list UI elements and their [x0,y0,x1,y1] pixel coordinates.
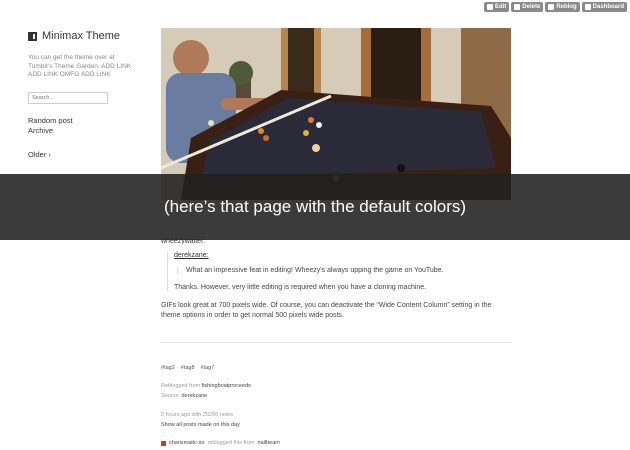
note-user-link[interactable]: charismatic-xo [169,440,204,446]
sidebar-links: Random post Archive [28,116,138,136]
post-divider [161,342,511,343]
dashboard-button[interactable]: Dashboard [581,2,627,12]
avatar[interactable] [161,440,166,446]
theme-logo-icon [28,31,37,41]
post-controls: Edit Delete Reblog Dashboard [483,2,627,12]
dashboard-label: Dashboard [592,4,624,10]
older-posts-link[interactable]: Older › [28,150,138,159]
note-action: reblogged this from [207,440,255,446]
trash-icon [514,4,521,10]
post-time-notes[interactable]: 2 hours ago with 20256 notes [161,412,511,418]
search-input[interactable] [28,91,108,104]
quote-user-link[interactable]: derekzane: [174,252,511,259]
edit-button[interactable]: Edit [483,2,510,12]
note-source-link[interactable]: nailbeam [258,440,280,446]
random-post-link[interactable]: Random post [28,116,138,126]
post-tags: #tag2 #tag8 #tag7 [161,365,511,371]
nested-quote-text: What an impressive feat in editing! Whee… [177,267,511,274]
source-link[interactable]: derekzane [182,393,208,399]
post-text: GIFs look great at 700 pixels wide. Of c… [161,302,492,319]
delete-label: Delete [522,4,541,10]
reblogged-from: Reblogged from fishingboatproceeds [161,383,511,389]
reblogged-prefix: Reblogged from [161,383,201,389]
caption-banner: (here’s that page with the default color… [0,174,630,240]
archive-link[interactable]: Archive [28,126,138,136]
tag-link[interactable]: #tag8 [181,365,195,371]
tag-link[interactable]: #tag2 [161,365,175,371]
pencil-icon [486,4,493,10]
show-all-posts-link[interactable]: Show all posts made on this day [161,422,511,428]
edit-label: Edit [494,4,507,10]
note-item: charismatic-xo reblogged this from nailb… [161,440,511,446]
reblogged-from-link[interactable]: fishingboatproceeds [202,383,251,389]
reblog-label: Reblog [556,4,577,10]
blog-title-text: Minimax Theme [42,30,121,42]
home-icon [584,4,591,10]
reply-text: Thanks. However, very little editing is … [174,284,427,291]
reblog-button[interactable]: Reblog [545,2,580,12]
delete-button[interactable]: Delete [511,2,544,12]
post-source: Source: derekzane [161,393,511,399]
reblog-quote: derekzane: What an impressive feat in ed… [167,252,511,291]
blog-title[interactable]: Minimax Theme [28,30,138,42]
reblog-icon [548,4,555,10]
post-body: wheezywaiter: derekzane: What an impress… [161,238,511,446]
sidebar: Minimax Theme You can get the theme over… [28,30,138,159]
banner-text: (here’s that page with the default color… [163,197,467,216]
tag-link[interactable]: #tag7 [201,365,215,371]
blog-description: You can get the theme over at Tumblr's T… [28,54,132,78]
source-prefix: Source: [161,393,180,399]
